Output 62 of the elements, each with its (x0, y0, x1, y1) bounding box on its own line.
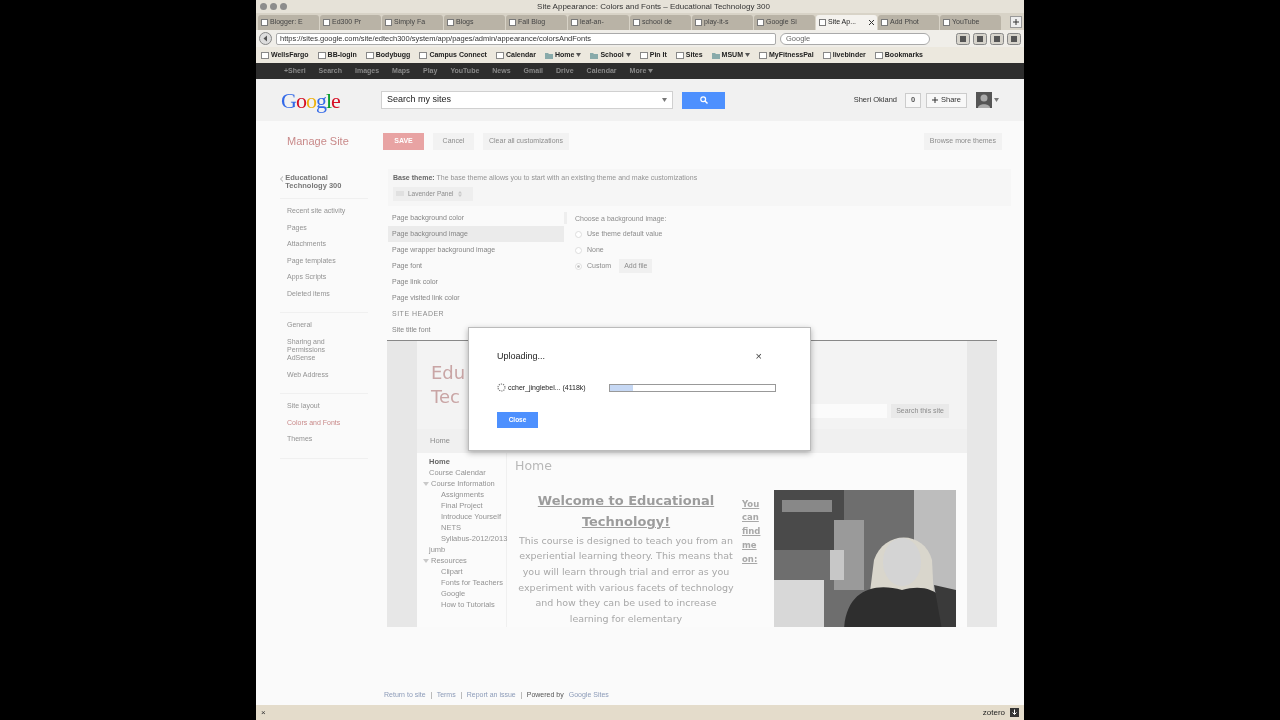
addon-label[interactable]: zotero (982, 706, 1005, 719)
caret-icon (648, 69, 654, 73)
page-icon (385, 19, 392, 26)
page-icon (819, 19, 826, 26)
welcome-heading: Welcome to Educational Technology! (536, 491, 716, 531)
page-icon (419, 51, 428, 59)
back-icon[interactable] (259, 32, 272, 45)
caret-icon (576, 53, 582, 57)
page-title: Manage Site (287, 134, 350, 150)
plus-icon (932, 97, 938, 103)
page-icon (261, 19, 268, 26)
radio-button[interactable] (575, 262, 582, 270)
intro-paragraph: This course is designed to teach you from an experiential learning theory. This means that you will learn through trial and error as you experiment with various facets of technology and how they can be used to increase learning for elementary (517, 533, 735, 626)
page-icon (323, 19, 330, 26)
dialog-title: Uploading... (497, 350, 546, 363)
page-icon (757, 19, 764, 26)
page-icon (695, 19, 702, 26)
new-tab-button[interactable] (1010, 16, 1022, 28)
search-field[interactable]: Search my sites (381, 91, 673, 109)
sort-arrows-icon (457, 190, 462, 197)
page-heading: Home (515, 457, 553, 475)
folder-icon (711, 51, 720, 59)
search-button[interactable] (682, 91, 725, 109)
close-icon[interactable]: × (261, 706, 266, 719)
google-logo: Google (281, 86, 341, 115)
page-icon (633, 19, 640, 26)
page-icon (571, 19, 578, 26)
page-icon (495, 51, 504, 59)
page-icon (261, 51, 269, 59)
page-icon (943, 19, 950, 26)
caret-icon (662, 98, 667, 102)
page-icon (447, 19, 454, 26)
radio-button[interactable] (575, 246, 582, 254)
expanded-triangle-icon[interactable] (423, 557, 429, 564)
caret-icon[interactable] (994, 98, 999, 102)
page-icon (317, 51, 326, 59)
page-icon (365, 51, 374, 59)
page-icon (509, 19, 516, 26)
search-icon (699, 96, 708, 104)
site-title: Edu (431, 361, 466, 385)
folder-icon (590, 51, 599, 59)
spinner-icon (497, 383, 506, 393)
folder-icon (544, 51, 553, 59)
page-icon (822, 51, 831, 59)
avatar[interactable] (976, 92, 992, 108)
page-icon (881, 19, 888, 26)
plus-icon (1013, 18, 1019, 25)
close-tab-icon[interactable] (869, 20, 874, 25)
find-me-link[interactable]: You can find me on: (742, 489, 764, 627)
page-icon (675, 51, 684, 59)
back-chevron-icon[interactable] (280, 176, 284, 182)
caret-icon (625, 53, 631, 57)
page-icon (758, 51, 767, 59)
site-title: Tec (431, 385, 461, 409)
page-icon (874, 51, 883, 59)
close-button[interactable]: × (755, 351, 762, 363)
site-search-field[interactable] (811, 404, 888, 418)
caret-icon (744, 53, 750, 57)
radio-button[interactable] (575, 230, 582, 238)
page-icon (639, 51, 648, 59)
expanded-triangle-icon[interactable] (423, 480, 429, 487)
window-title: Site Appearance: Colors and Fonts – Educational Technology 300 (536, 0, 771, 13)
